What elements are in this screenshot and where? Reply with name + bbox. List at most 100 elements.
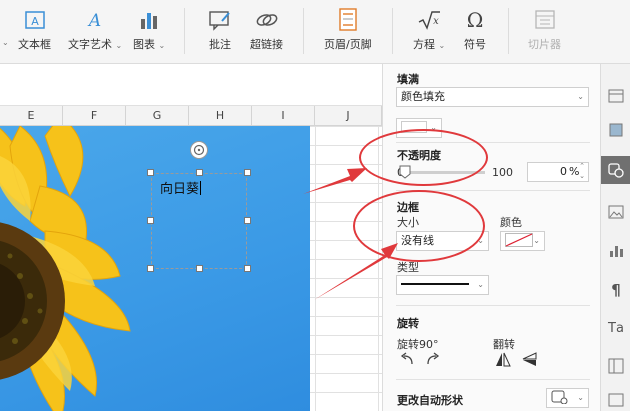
shape-icon: [551, 390, 568, 405]
opacity-unit: %: [569, 165, 580, 178]
slicer-icon: [531, 6, 559, 34]
no-color-swatch: [505, 233, 533, 247]
hyperlink-button[interactable]: 超链接: [250, 6, 283, 52]
highlight-oval-opacity: [359, 129, 488, 186]
comment-icon: [206, 6, 234, 34]
fill-title: 填满: [397, 73, 419, 86]
resize-handle[interactable]: [196, 265, 203, 272]
resize-handle[interactable]: [147, 169, 154, 176]
chevron-down-icon: ⌄: [115, 41, 123, 50]
header-footer-icon: [334, 6, 362, 34]
opacity-max-label: 100: [492, 166, 513, 179]
svg-text:Ω: Ω: [467, 9, 484, 31]
chevron-down-icon: ⌄: [577, 393, 584, 402]
comment-button[interactable]: 批注: [206, 6, 234, 52]
line-type-dropdown[interactable]: ⌄: [396, 275, 489, 295]
chart-label: 图表: [133, 38, 155, 51]
spinner-icon[interactable]: ⌃ ⌄: [579, 161, 585, 181]
fill-type-dropdown[interactable]: 颜色填充 ⌄: [396, 87, 589, 107]
header-footer-label: 页眉/页脚: [324, 38, 372, 51]
picture-icon[interactable]: [601, 198, 630, 226]
equation-button[interactable]: x 方程 ⌄: [413, 6, 445, 52]
toolbar-divider: [184, 8, 185, 54]
resize-handle[interactable]: [244, 265, 251, 272]
wordart-label: 文字艺术: [68, 38, 112, 51]
toolbar-divider: [508, 8, 509, 54]
chart-side-icon[interactable]: [601, 236, 630, 264]
textbox-icon: A: [21, 6, 49, 34]
text-box-text: 向日葵: [160, 182, 200, 197]
chevron-down-icon[interactable]: ⌄: [2, 38, 9, 47]
opacity-value-input[interactable]: 0 % ⌃ ⌄: [527, 162, 589, 182]
panel-icon[interactable]: [601, 82, 630, 110]
header-footer-button[interactable]: 页眉/页脚: [324, 6, 372, 52]
toolbar-divider: [392, 8, 393, 54]
hyperlink-label: 超链接: [250, 38, 283, 51]
text-style-icon[interactable]: Tа: [601, 314, 630, 342]
slicer-label: 切片器: [528, 38, 561, 51]
resize-handle[interactable]: [147, 217, 154, 224]
rotate90-label: 旋转90°: [397, 338, 439, 351]
rotate-title: 旋转: [397, 317, 419, 330]
border-color-picker[interactable]: ⌄: [500, 231, 545, 251]
column-header-h[interactable]: H: [189, 106, 252, 126]
flip-horizontal-icon[interactable]: [495, 352, 511, 370]
column-header-j[interactable]: J: [315, 106, 382, 126]
panel-divider: [396, 379, 590, 380]
effects-icon[interactable]: [601, 116, 630, 144]
solid-line-sample: [401, 283, 469, 285]
rotate-right-icon[interactable]: [425, 352, 441, 369]
resize-handle[interactable]: [244, 217, 251, 224]
border-color-label: 颜色: [500, 216, 522, 229]
task-pane-rail: ¶ Tа: [600, 64, 630, 411]
rotate-left-icon[interactable]: [399, 352, 415, 369]
fill-type-value: 颜色填充: [401, 90, 445, 103]
text-cursor: [200, 181, 202, 195]
toolbar-divider: [303, 8, 304, 54]
equation-label: 方程: [413, 38, 435, 51]
column-header-g[interactable]: G: [126, 106, 189, 126]
wordart-button[interactable]: A 文字艺术 ⌄: [68, 6, 122, 52]
sqrt-icon: x: [415, 6, 443, 34]
change-autoshape-label: 更改自动形状: [397, 394, 463, 407]
link-icon: [253, 6, 281, 34]
highlight-oval-border: [353, 190, 485, 262]
rotate-handle-icon[interactable]: [190, 141, 208, 159]
bar-chart-icon: [135, 6, 163, 34]
slicer-button[interactable]: 切片器: [528, 6, 561, 52]
resize-handle[interactable]: [147, 265, 154, 272]
opacity-value: 0: [560, 165, 567, 178]
shape-format-icon[interactable]: [601, 156, 630, 184]
ribbon-toolbar: ⌄ A 文本框 A 文字艺术 ⌄ 图表 ⌄ 批注 超链接 页眉/页脚 x 方程 …: [0, 0, 630, 64]
panel-divider: [396, 305, 590, 306]
column-header-i[interactable]: I: [252, 106, 315, 126]
textbox-label: 文本框: [18, 38, 51, 51]
comment-label: 批注: [209, 38, 231, 51]
wordart-icon: A: [81, 6, 109, 34]
flip-label: 翻转: [493, 338, 515, 351]
column-header-f[interactable]: F: [63, 106, 126, 126]
autoshape-dropdown[interactable]: ⌄: [546, 388, 589, 408]
chart-button[interactable]: 图表 ⌄: [133, 6, 165, 52]
textbox-button[interactable]: A 文本框: [18, 6, 51, 52]
chevron-down-icon: ⌄: [533, 236, 540, 245]
symbol-label: 符号: [464, 38, 486, 51]
resize-handle[interactable]: [196, 169, 203, 176]
settings-icon[interactable]: [601, 386, 630, 414]
svg-text:x: x: [433, 16, 439, 27]
svg-text:A: A: [31, 15, 39, 28]
paragraph-icon[interactable]: ¶: [601, 276, 630, 304]
chevron-down-icon: ⌄: [158, 41, 166, 50]
chevron-down-icon: ⌄: [577, 92, 584, 101]
svg-text:A: A: [87, 11, 101, 31]
omega-icon: Ω: [461, 6, 489, 34]
text-box-content[interactable]: 向日葵: [160, 178, 202, 197]
chevron-down-icon: ⌄: [438, 41, 446, 50]
column-header-e[interactable]: E: [0, 106, 63, 126]
layout-icon[interactable]: [601, 352, 630, 380]
symbol-button[interactable]: Ω 符号: [461, 6, 489, 52]
flip-vertical-icon[interactable]: [522, 352, 538, 370]
chevron-down-icon: ⌄: [477, 280, 484, 289]
resize-handle[interactable]: [244, 169, 251, 176]
formula-area[interactable]: [0, 64, 382, 106]
